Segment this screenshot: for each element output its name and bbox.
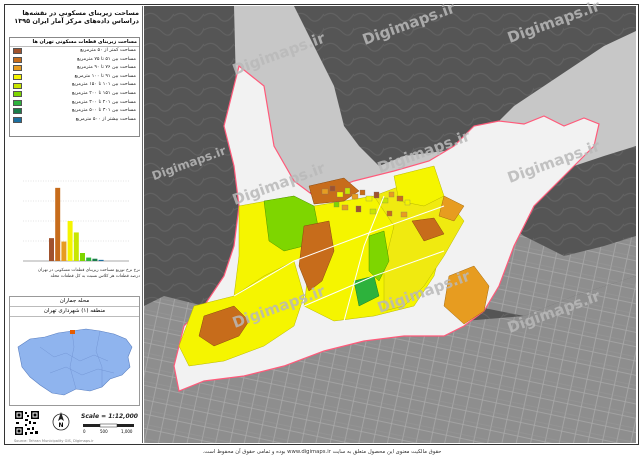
legend-swatch (13, 65, 22, 72)
legend-swatch (13, 56, 22, 63)
tehran-inset-map (10, 317, 139, 405)
legend-swatch (13, 82, 22, 89)
legend-item: مساحت بین ۱۵۱ تا ۲۰۰ مترمربع (10, 90, 139, 99)
north-arrow-icon: N (52, 412, 70, 431)
legend-item: مساحت بین ۲۰۱ تا ۳۰۰ مترمربع (10, 99, 139, 108)
location-title: محله جماران (10, 297, 139, 307)
copyright-footer: حقوق مالکیت معنوی این محصول متعلق به سای… (202, 449, 442, 455)
source-credit: Source: Tehran Municipality GIS, Digimap… (14, 439, 94, 443)
legend-item: مساحت بین ۹۱ تا ۱۰۰ مترمربع (10, 73, 139, 82)
legend-label: مساحت کمتر از ۵۰ مترمربع (80, 48, 136, 53)
legend-item: مساحت بین ۳۰۱ تا ۵۰۰ مترمربع (10, 107, 139, 116)
location-subtitle: منطقه (۱) شهرداری تهران (10, 307, 139, 317)
legend-label: مساحت بین ۱۰۱ تا ۱۵۰ مترمربع (71, 82, 136, 88)
legend-swatch (13, 117, 22, 124)
chart-bar (80, 253, 85, 261)
chart-caption-2: درصد قطعات هر کلاس نسبت به کل قطعات محله (50, 274, 140, 279)
scale-text: Scale = 1:12,000 (81, 413, 138, 420)
chart-bar (49, 238, 54, 261)
legend-item: مساحت کمتر از ۵۰ مترمربع (10, 47, 139, 56)
location-inset: محله جماران منطقه (۱) شهرداری تهران (9, 296, 140, 406)
legend-label: مساحت بین ۲۰۱ تا ۳۰۰ مترمربع (71, 99, 136, 105)
legend-label: مساحت بین ۹۱ تا ۱۰۰ مترمربع (74, 73, 136, 79)
legend-label: مساحت بین ۷۶ تا ۹۰ مترمربع (77, 65, 136, 71)
legend-item: مساحت بین ۷۶ تا ۹۰ مترمربع (10, 64, 139, 73)
legend-item: مساحت بین ۱۰۱ تا ۱۵۰ مترمربع (10, 81, 139, 90)
chart-bar (86, 257, 92, 261)
legend-label: مساحت بین ۵۱ تا ۷۵ مترمربع (77, 56, 136, 62)
legend-header: مساحت زیربنای قطعات مسکونی تهران ها (10, 38, 139, 47)
north-label: N (58, 422, 63, 429)
map-title-line1: مساحت زیربنای مسکونی در نقشه‌ها (22, 9, 139, 17)
chart-bar (55, 187, 61, 261)
location-marker (70, 330, 75, 334)
legend-item: مساحت بیشتر از ۵۰۰ مترمربع (10, 116, 139, 125)
map-title-line2: دراساس داده‌های مرکز آمار ایران ۱۳۹۵ (14, 17, 139, 25)
legend-item: مساحت بین ۵۱ تا ۷۵ مترمربع (10, 56, 139, 65)
legend-swatch (13, 99, 22, 106)
chart-caption-1: نرخ نرخ توزیع مساحت زیربنای قطعات مسکونی… (37, 268, 140, 273)
legend: مساحت زیربنای قطعات مسکونی تهران ها مساح… (9, 37, 140, 137)
scale-bar: 0 500 1,000 (83, 423, 134, 434)
legend-label: مساحت بیشتر از ۵۰۰ مترمربع (75, 116, 136, 122)
scalebar-label-0: 0 (83, 429, 86, 434)
chart-bar (61, 241, 67, 261)
chart-bar (73, 232, 79, 261)
histogram: نرخ نرخ توزیع مساحت زیربنای قطعات مسکونی… (9, 156, 140, 286)
legend-swatch (13, 74, 22, 81)
qr-code-icon (14, 410, 40, 436)
chart-bar (92, 258, 98, 261)
scalebar-label-1: 500 (100, 429, 108, 434)
main-map (144, 6, 636, 443)
histogram-svg (23, 180, 129, 262)
legend-panel: مساحت زیربنای مسکونی در نقشه‌ها دراساس د… (6, 6, 143, 443)
chart-bar (67, 221, 73, 261)
legend-swatch (13, 91, 22, 98)
chart-bar (98, 259, 104, 261)
legend-swatch (13, 108, 22, 115)
legend-label: مساحت بین ۱۵۱ تا ۲۰۰ مترمربع (71, 90, 136, 96)
legend-label: مساحت بین ۳۰۱ تا ۵۰۰ مترمربع (71, 108, 136, 114)
legend-swatch (13, 48, 22, 55)
scalebar-label-2: 1,000 (121, 429, 133, 434)
